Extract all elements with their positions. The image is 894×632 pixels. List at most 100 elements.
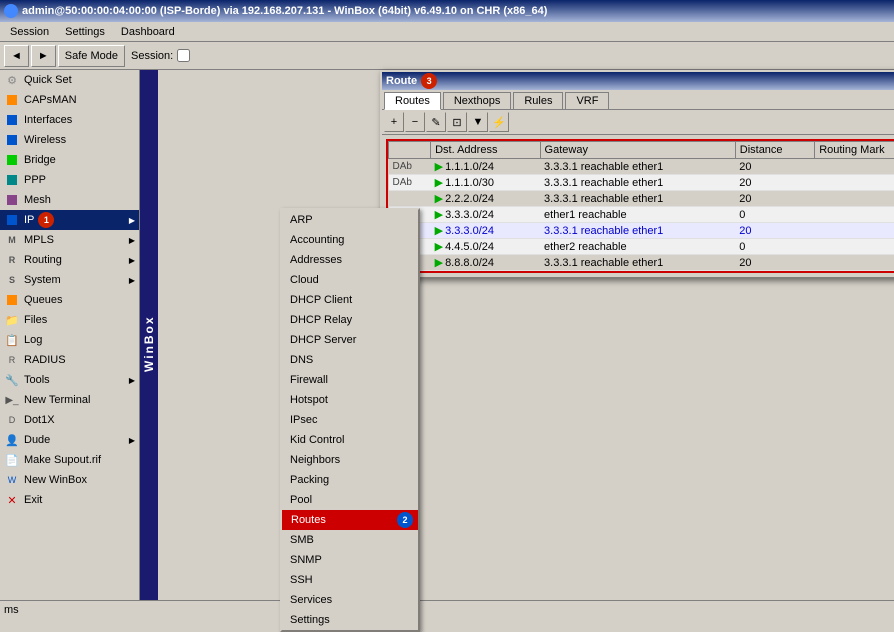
sidebar-item-mesh[interactable]: Mesh	[0, 190, 139, 210]
tab-rules[interactable]: Rules	[513, 92, 563, 109]
tab-routes[interactable]: Routes	[384, 92, 441, 110]
row-gateway: 3.3.3.1 reachable ether1	[540, 175, 735, 191]
sidebar-item-label: Dot1X	[24, 414, 55, 426]
sidebar-item-label: Quick Set	[24, 74, 72, 86]
row-dst: ▶1.1.1.0/30	[431, 175, 540, 191]
table-row[interactable]: ▶3.3.3.0/24ether1 reachable03.3.3.2	[389, 207, 894, 223]
sidebar-item-ppp[interactable]: PPP	[0, 170, 139, 190]
submenu-snmp[interactable]: SNMP	[282, 550, 418, 570]
submenu-pool[interactable]: Pool	[282, 490, 418, 510]
table-row[interactable]: DAb▶1.1.1.0/243.3.3.1 reachable ether120	[389, 159, 894, 175]
table-row[interactable]: DAb▶1.1.1.0/303.3.3.1 reachable ether120	[389, 175, 894, 191]
filter-button[interactable]: ⚡	[489, 112, 509, 132]
sidebar-item-wireless[interactable]: Wireless	[0, 130, 139, 150]
submenu-addresses[interactable]: Addresses	[282, 250, 418, 270]
table-row[interactable]: ▶2.2.2.0/243.3.3.1 reachable ether120	[389, 191, 894, 207]
app-icon	[4, 4, 18, 18]
sidebar-item-ip[interactable]: IP 1 ▶	[0, 210, 139, 230]
system-icon: S	[4, 272, 20, 288]
col-dst[interactable]: Dst. Address	[431, 142, 540, 159]
menu-session[interactable]: Session	[2, 24, 57, 40]
route-window-badge: 3	[421, 73, 437, 89]
sidebar-item-interfaces[interactable]: Interfaces	[0, 110, 139, 130]
sidebar-item-label: Make Supout.rif	[24, 454, 101, 466]
submenu-dhcp-relay[interactable]: DHCP Relay	[282, 310, 418, 330]
submenu-neighbors[interactable]: Neighbors	[282, 450, 418, 470]
row-distance: 20	[735, 223, 814, 239]
title-bar: admin@50:00:00:04:00:00 (ISP-Borde) via …	[0, 0, 894, 22]
submenu-dns[interactable]: DNS	[282, 350, 418, 370]
quick-set-icon: ⚙	[4, 72, 20, 88]
dot1x-icon: D	[4, 412, 20, 428]
table-row[interactable]: ▶4.4.5.0/24ether2 reachable04.4.5.254	[389, 239, 894, 255]
copy-button[interactable]: ⊡	[447, 112, 467, 132]
submenu-arp[interactable]: ARP	[282, 210, 418, 230]
submenu-settings[interactable]: Settings	[282, 610, 418, 630]
row-distance: 0	[735, 207, 814, 223]
sidebar-item-label: New WinBox	[24, 474, 87, 486]
menu-dashboard[interactable]: Dashboard	[113, 24, 183, 40]
log-icon: 📋	[4, 332, 20, 348]
submenu-ssh[interactable]: SSH	[282, 570, 418, 590]
table-row[interactable]: ▶8.8.8.0/243.3.3.1 reachable ether120	[389, 255, 894, 271]
status-bar: ms	[0, 600, 894, 618]
submenu-ipsec[interactable]: IPsec	[282, 410, 418, 430]
add-button[interactable]: +	[384, 112, 404, 132]
col-distance[interactable]: Distance	[735, 142, 814, 159]
remove-button[interactable]: −	[405, 112, 425, 132]
sidebar-item-exit[interactable]: ✕ Exit	[0, 490, 139, 510]
sidebar-item-mpls[interactable]: M MPLS ▶	[0, 230, 139, 250]
back-button[interactable]: ◄	[4, 45, 29, 67]
sidebar-item-bridge[interactable]: Bridge	[0, 150, 139, 170]
forward-button[interactable]: ►	[31, 45, 56, 67]
sidebar-item-capsman[interactable]: CAPsMAN	[0, 90, 139, 110]
submenu-dhcp-server[interactable]: DHCP Server	[282, 330, 418, 350]
toolbar: ◄ ► Safe Mode Session:	[0, 42, 894, 70]
edit-button[interactable]: ✎	[426, 112, 446, 132]
row-dst: ▶8.8.8.0/24	[431, 255, 540, 271]
sidebar-item-label: System	[24, 274, 61, 286]
sidebar-item-label: Tools	[24, 374, 50, 386]
sidebar-item-tools[interactable]: 🔧 Tools ▶	[0, 370, 139, 390]
sidebar-item-dot1x[interactable]: D Dot1X	[0, 410, 139, 430]
system-arrow-icon: ▶	[129, 276, 135, 285]
tab-nexthops[interactable]: Nexthops	[443, 92, 511, 109]
row-routing-mark	[815, 207, 894, 223]
session-checkbox[interactable]	[177, 49, 190, 62]
submenu-smb[interactable]: SMB	[282, 530, 418, 550]
sort-button[interactable]: ▼	[468, 112, 488, 132]
dude-icon: 👤	[4, 432, 20, 448]
submenu-hotspot[interactable]: Hotspot	[282, 390, 418, 410]
menu-settings[interactable]: Settings	[57, 24, 113, 40]
sidebar-item-system[interactable]: S System ▶	[0, 270, 139, 290]
main-layout: ⚙ Quick Set CAPsMAN Interfaces Wireless …	[0, 70, 894, 618]
col-gateway[interactable]: Gateway	[540, 142, 735, 159]
sidebar-item-label: RADIUS	[24, 354, 66, 366]
sidebar-item-make-supout[interactable]: 📄 Make Supout.rif	[0, 450, 139, 470]
col-routing-mark[interactable]: Routing Mark	[815, 142, 894, 159]
submenu-accounting[interactable]: Accounting	[282, 230, 418, 250]
tab-bar: Routes Nexthops Rules VRF	[382, 90, 894, 110]
row-gateway: 3.3.3.1 reachable ether1	[540, 223, 735, 239]
sidebar-item-queues[interactable]: Queues	[0, 290, 139, 310]
submenu-packing[interactable]: Packing	[282, 470, 418, 490]
sidebar-item-routing[interactable]: R Routing ▶	[0, 250, 139, 270]
submenu-services[interactable]: Services	[282, 590, 418, 610]
session-label: Session:	[131, 50, 173, 62]
sidebar-item-new-winbox[interactable]: W New WinBox	[0, 470, 139, 490]
submenu-firewall[interactable]: Firewall	[282, 370, 418, 390]
submenu-dhcp-client[interactable]: DHCP Client	[282, 290, 418, 310]
sidebar-item-label: MPLS	[24, 234, 54, 246]
tab-vrf[interactable]: VRF	[565, 92, 609, 109]
sidebar-item-new-terminal[interactable]: ▶_ New Terminal	[0, 390, 139, 410]
sidebar-item-log[interactable]: 📋 Log	[0, 330, 139, 350]
table-row[interactable]: ▶3.3.3.0/243.3.3.1 reachable ether120	[389, 223, 894, 239]
sidebar-item-dude[interactable]: 👤 Dude ▶	[0, 430, 139, 450]
submenu-routes[interactable]: Routes 2	[282, 510, 418, 530]
submenu-kid-control[interactable]: Kid Control	[282, 430, 418, 450]
sidebar-item-radius[interactable]: R RADIUS	[0, 350, 139, 370]
safe-mode-button[interactable]: Safe Mode	[58, 45, 125, 67]
sidebar-item-files[interactable]: 📁 Files	[0, 310, 139, 330]
sidebar-item-quick-set[interactable]: ⚙ Quick Set	[0, 70, 139, 90]
submenu-cloud[interactable]: Cloud	[282, 270, 418, 290]
